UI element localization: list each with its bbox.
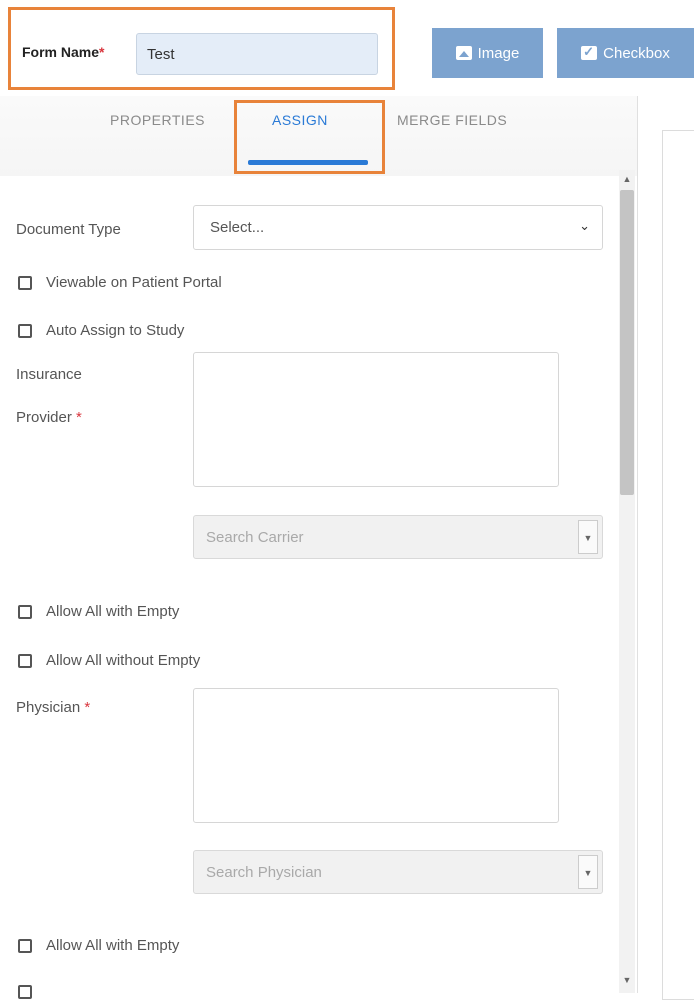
image-button[interactable]: Image <box>432 28 543 78</box>
insurance-label-line2: Provider * <box>16 409 82 426</box>
search-physician-placeholder: Search Physician <box>206 864 322 881</box>
insurance-allow-without-empty-label: Allow All without Empty <box>46 652 201 669</box>
form-canvas <box>662 130 694 1000</box>
search-carrier-placeholder: Search Carrier <box>206 529 304 546</box>
required-mark: * <box>76 409 82 426</box>
checkbox-button[interactable]: Checkbox <box>557 28 694 78</box>
cut-off-checkbox[interactable] <box>18 985 32 1004</box>
image-button-label: Image <box>477 44 520 62</box>
dropdown-arrow-icon[interactable]: ▼ <box>578 855 598 889</box>
scroll-up-icon[interactable]: ▲ <box>621 173 633 185</box>
document-type-select[interactable]: Select... ⌄ <box>193 205 603 250</box>
insurance-allow-without-empty-checkbox[interactable] <box>18 653 32 668</box>
dropdown-arrow-icon[interactable]: ▼ <box>578 520 598 554</box>
document-type-value: Select... <box>210 219 265 236</box>
required-mark: * <box>84 699 91 716</box>
viewable-on-portal-label: Viewable on Patient Portal <box>46 274 222 291</box>
auto-assign-row[interactable]: Auto Assign to Study <box>18 322 184 339</box>
insurance-allow-without-empty-row[interactable]: Allow All without Empty <box>18 652 200 669</box>
checkbox-icon <box>581 44 598 60</box>
auto-assign-label: Auto Assign to Study <box>46 322 185 339</box>
physician-allow-empty-checkbox[interactable] <box>18 938 32 953</box>
physician-allow-empty-row[interactable]: Allow All with Empty <box>18 937 179 954</box>
scroll-down-icon[interactable]: ▼ <box>621 974 633 986</box>
insurance-allow-empty-label: Allow All with Empty <box>46 603 180 620</box>
image-icon <box>455 46 472 60</box>
viewable-on-portal-row[interactable]: Viewable on Patient Portal <box>18 274 222 291</box>
viewable-on-portal-checkbox[interactable] <box>18 275 32 290</box>
insurance-allow-empty-checkbox[interactable] <box>18 604 32 619</box>
physician-label: Physician * <box>16 699 91 716</box>
auto-assign-checkbox[interactable] <box>18 323 32 338</box>
panel-divider <box>637 96 638 993</box>
assign-tab-highlight <box>234 100 385 174</box>
physician-list[interactable] <box>193 688 559 823</box>
tab-properties[interactable]: PROPERTIES <box>110 112 205 128</box>
form-name-highlight <box>8 7 395 90</box>
insurance-label-line1: Insurance <box>16 366 82 383</box>
scrollbar-thumb[interactable] <box>620 190 634 495</box>
insurance-allow-empty-row[interactable]: Allow All with Empty <box>18 603 179 620</box>
insurance-provider-list[interactable] <box>193 352 559 487</box>
document-type-label: Document Type <box>16 221 121 238</box>
checkbox-button-label: Checkbox <box>603 44 670 62</box>
search-carrier-combo[interactable]: Search Carrier ▼ <box>193 515 603 559</box>
search-physician-combo[interactable]: Search Physician ▼ <box>193 850 603 894</box>
tab-merge-fields[interactable]: MERGE FIELDS <box>397 112 507 128</box>
chevron-down-icon: ⌄ <box>579 218 590 233</box>
physician-allow-empty-label: Allow All with Empty <box>46 937 180 954</box>
